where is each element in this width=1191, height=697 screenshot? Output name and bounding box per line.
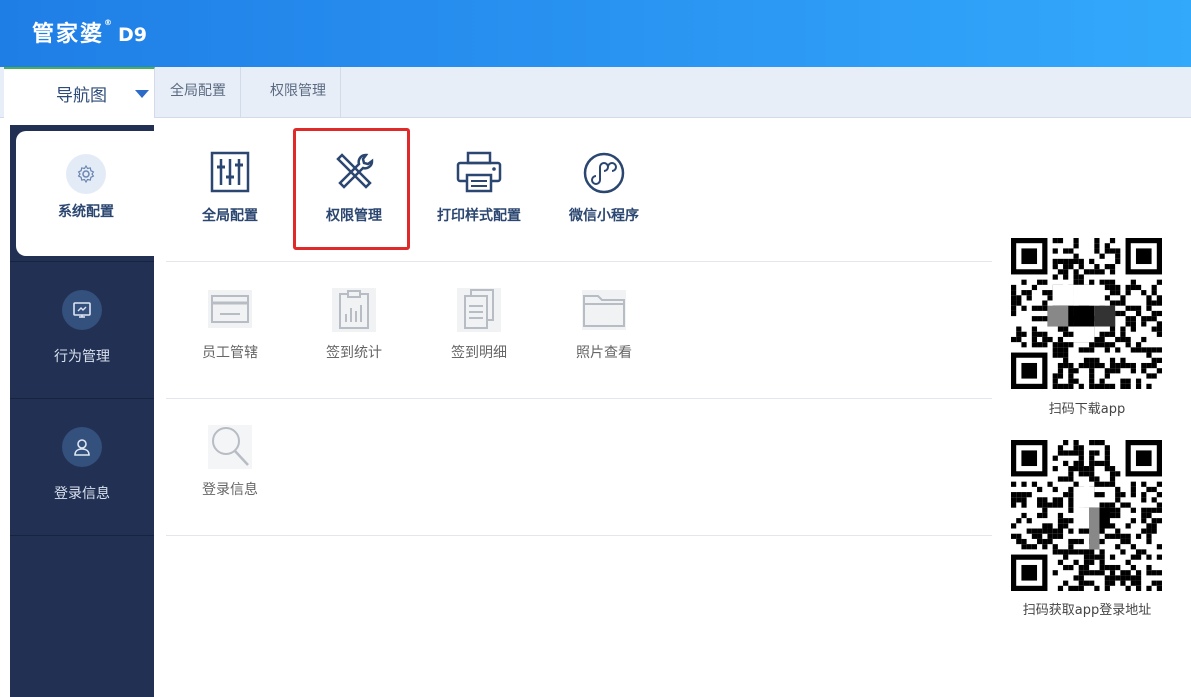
sidebar-item-label: 登录信息 (54, 486, 110, 502)
card-icon (206, 286, 254, 334)
employee-jurisdiction-button[interactable]: 员工管辖 (175, 286, 285, 362)
mini-program-icon (580, 149, 628, 197)
item-label: 照片查看 (576, 345, 632, 361)
photo-view-button[interactable]: 照片查看 (549, 286, 659, 362)
qr-download-caption: 扫码下载app (1048, 402, 1126, 417)
wechat-mini-program-button[interactable]: 微信小程序 (549, 149, 659, 225)
global-config-button[interactable]: 全局配置 (175, 149, 285, 225)
divider (166, 535, 992, 536)
item-label: 打印样式配置 (437, 208, 521, 224)
item-label: 全局配置 (202, 208, 258, 224)
divider (166, 398, 992, 399)
selection-highlight (293, 128, 410, 250)
monitor-icon (62, 290, 102, 330)
tab-bar: 导航图 全局配置 权限管理 (0, 67, 1191, 118)
item-label: 签到统计 (326, 345, 382, 361)
item-label: 签到明细 (451, 345, 507, 361)
checkin-stats-button[interactable]: 签到统计 (299, 286, 409, 362)
document-icon (455, 286, 503, 334)
print-style-config-button[interactable]: 打印样式配置 (424, 149, 534, 225)
sidebar-item-system-config[interactable]: 系统配置 (16, 131, 164, 256)
nav-map-button[interactable]: 导航图 (4, 67, 155, 118)
app-window: 管家婆®D9 导航图 全局配置 权限管理 行为管理 登录信息 系统配置 全局配置… (0, 0, 1191, 697)
item-label: 登录信息 (202, 482, 258, 498)
divider (166, 261, 992, 262)
qr-code-download (1011, 238, 1162, 389)
tab-permission-management[interactable]: 权限管理 (256, 67, 341, 118)
checkin-detail-button[interactable]: 签到明细 (424, 286, 534, 362)
clipboard-chart-icon (330, 286, 378, 334)
search-icon (206, 423, 254, 471)
sliders-icon (206, 149, 254, 197)
logo-text: 管家婆 (32, 22, 105, 47)
sidebar-item-login-info[interactable]: 登录信息 (10, 399, 154, 536)
app-header: 管家婆®D9 (0, 0, 1191, 67)
qr-code-login (1011, 440, 1162, 591)
item-label: 微信小程序 (569, 208, 639, 224)
nav-map-label: 导航图 (56, 86, 107, 106)
user-icon (62, 427, 102, 467)
sidebar-item-label: 行为管理 (54, 349, 110, 365)
item-label: 员工管辖 (202, 345, 258, 361)
login-info-button[interactable]: 登录信息 (175, 423, 285, 499)
chevron-down-icon (135, 90, 149, 98)
tab-global-config[interactable]: 全局配置 (156, 67, 241, 118)
logo-version: D9 (118, 24, 148, 46)
sidebar-item-label: 系统配置 (58, 204, 114, 220)
printer-icon (455, 149, 503, 197)
sidebar-item-behavior[interactable]: 行为管理 (10, 262, 154, 399)
logo-reg-mark: ® (104, 18, 115, 27)
folder-icon (580, 286, 628, 334)
gear-icon (66, 154, 106, 194)
qr-login-caption: 扫码获取app登录地址 (1022, 603, 1152, 618)
app-logo[interactable]: 管家婆®D9 (32, 16, 147, 48)
